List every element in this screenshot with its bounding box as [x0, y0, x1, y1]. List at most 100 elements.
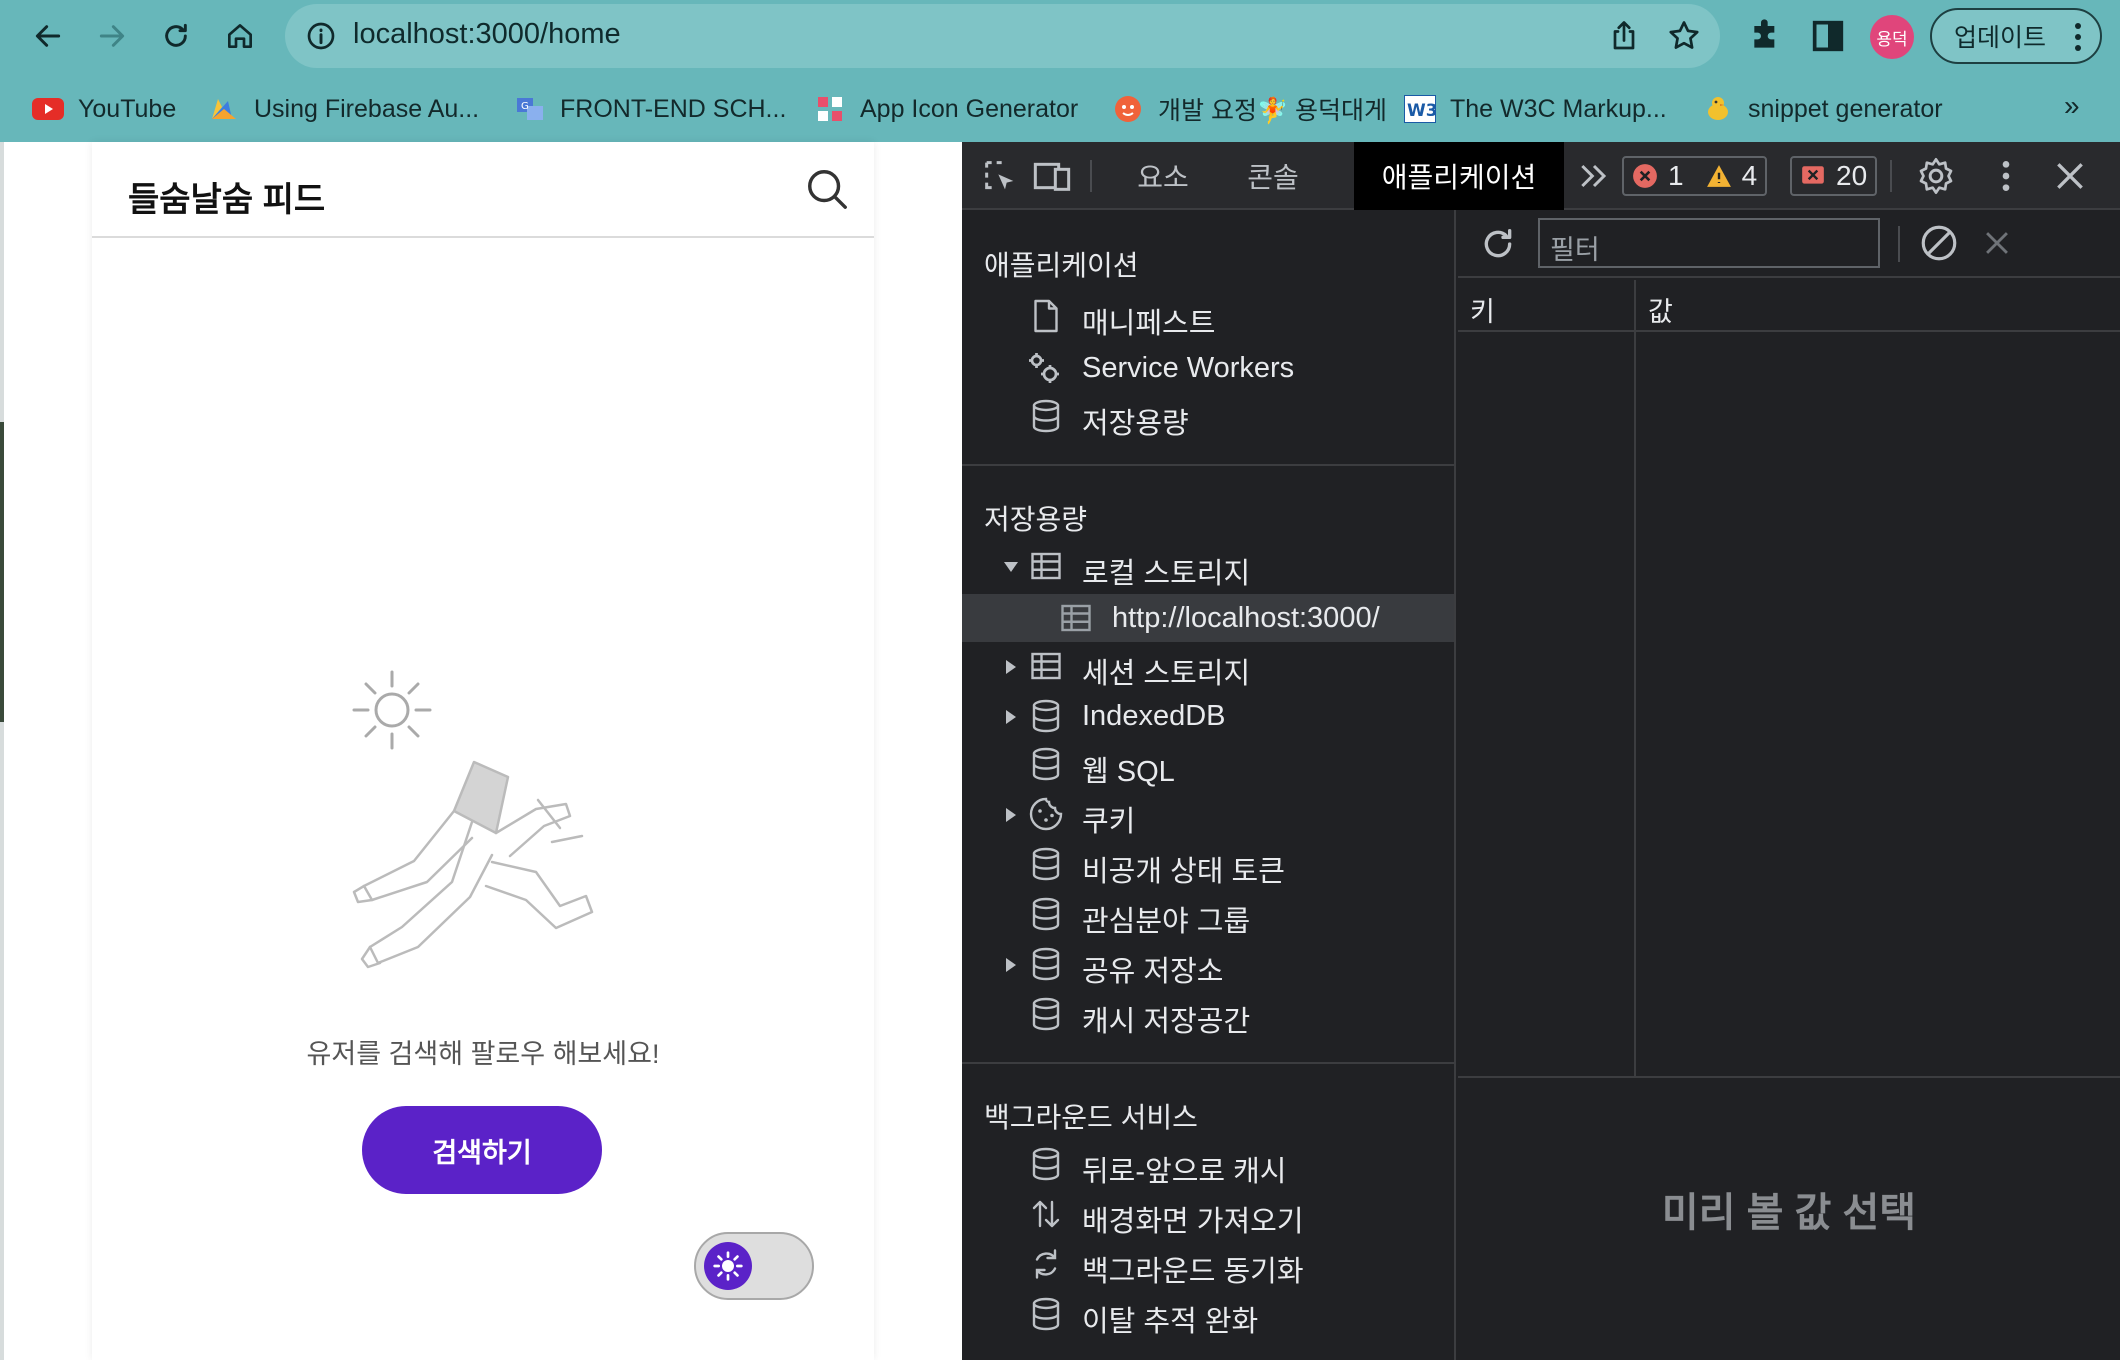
snippet-icon [1702, 95, 1734, 123]
tree-item-background-sync[interactable]: 백그라운드 동기화 [962, 1240, 1454, 1288]
issues-count: 20 [1836, 160, 1868, 191]
column-header-key[interactable]: 키 [1470, 290, 1495, 329]
tree-item-label: 공유 저장소 [1082, 956, 1224, 988]
window-edge [0, 142, 4, 1360]
background-window-edge [0, 422, 4, 722]
reload-button[interactable] [152, 12, 200, 60]
up-down-arrows-icon [1032, 1200, 1060, 1228]
bookmark-label: The W3C Markup... [1450, 94, 1667, 123]
more-vert-icon[interactable] [1986, 156, 2026, 196]
star-icon[interactable] [1666, 18, 1702, 54]
errors-badge[interactable]: 1 4 [1622, 156, 1768, 196]
extensions-puzzle-icon[interactable] [1746, 16, 1786, 56]
tree-item-storage[interactable]: 저장용량 [962, 392, 1454, 440]
database-icon [1032, 747, 1060, 781]
warnings-count: 4 [1741, 160, 1758, 191]
section-divider [962, 1062, 1456, 1064]
tab-elements[interactable]: 요소 [1108, 142, 1218, 210]
more-tabs-chevron-icon[interactable] [1574, 156, 1614, 196]
database-icon [1032, 947, 1060, 981]
database-icon [1032, 399, 1060, 433]
triangle-down-icon[interactable] [1002, 558, 1020, 576]
bookmark-label: App Icon Generator [860, 94, 1079, 123]
search-users-button[interactable]: 검색하기 [362, 1106, 602, 1194]
clear-all-icon[interactable] [1918, 222, 1960, 264]
tree-item-indexeddb[interactable]: IndexedDB [962, 692, 1454, 740]
column-header-value[interactable]: 값 [1648, 290, 1673, 329]
inspect-element-icon[interactable] [980, 156, 1020, 196]
section-title-background-services: 백그라운드 서비스 [984, 1102, 1198, 1133]
tree-item-cookies[interactable]: 쿠키 [962, 790, 1454, 838]
tree-item-session-storage[interactable]: 세션 스토리지 [962, 642, 1454, 690]
sync-icon [1035, 1249, 1057, 1279]
forward-button[interactable] [88, 12, 136, 60]
bookmark-app-icon-generator[interactable]: App Icon Generator [814, 92, 1078, 126]
bookmark-firebase[interactable]: Using Firebase Au... [208, 92, 479, 126]
device-toolbar-icon[interactable] [1032, 156, 1072, 196]
cookie-icon [1029, 797, 1063, 831]
issues-badge[interactable]: 20 [1790, 156, 1878, 196]
tree-item-local-storage-origin[interactable]: http://localhost:3000/ [962, 594, 1454, 642]
tree-item-local-storage[interactable]: 로컬 스토리지 [962, 542, 1454, 590]
column-divider[interactable] [1634, 280, 1636, 1078]
warning-icon [1706, 165, 1731, 187]
triangle-right-icon[interactable] [1002, 956, 1020, 974]
theme-toggle-knob [704, 1242, 752, 1290]
site-info-icon[interactable] [305, 20, 337, 52]
close-devtools-icon[interactable] [2050, 156, 2090, 196]
tree-item-label: 로컬 스토리지 [1082, 558, 1251, 590]
theme-toggle[interactable] [694, 1232, 814, 1300]
tree-item-web-sql[interactable]: 웹 SQL [962, 740, 1454, 788]
settings-gear-icon[interactable] [1916, 156, 1956, 196]
delete-selected-icon[interactable] [1980, 226, 2014, 260]
address-bar[interactable]: localhost:3000/home [285, 4, 1720, 68]
dev-fairy-icon [1112, 95, 1144, 123]
tab-console[interactable]: 콘솔 [1218, 142, 1328, 210]
share-icon[interactable] [1606, 18, 1642, 54]
bookmark-frontend-school[interactable]: G FRONT-END SCH... [514, 92, 786, 126]
triangle-right-icon[interactable] [1002, 806, 1020, 824]
tab-separator [1090, 160, 1092, 192]
more-bookmarks-button[interactable]: » [2064, 90, 2080, 122]
home-button[interactable] [216, 12, 264, 60]
arrow-left-icon [35, 25, 61, 47]
issues-icon [1802, 166, 1824, 184]
update-button[interactable]: 업데이트 [1930, 8, 2102, 64]
profile-avatar[interactable]: 용덕 [1870, 15, 1914, 59]
page-title: 들숨날숨 피드 [128, 181, 326, 219]
tree-item-label: 백그라운드 동기화 [1082, 1256, 1304, 1288]
bookmark-snippet-generator[interactable]: snippet generator [1702, 92, 1943, 126]
bookmark-youtube[interactable]: YouTube [32, 92, 176, 126]
bookmark-w3c[interactable]: W3 The W3C Markup... [1404, 92, 1667, 126]
tree-item-interest-groups[interactable]: 관심분야 그룹 [962, 890, 1454, 938]
devtools-tab-bar: 요소 콘솔 애플리케이션 1 4 20 [962, 142, 2120, 210]
tree-item-background-fetch[interactable]: 배경화면 가져오기 [962, 1190, 1454, 1238]
tree-item-label: 쿠키 [1082, 806, 1136, 838]
table-icon [1061, 604, 1091, 632]
tree-item-bounce-tracking-mitigations[interactable]: 이탈 추적 완화 [962, 1290, 1454, 1338]
svg-text:W3: W3 [1407, 101, 1436, 121]
triangle-right-icon[interactable] [1002, 708, 1020, 726]
bookmark-label: YouTube [78, 94, 177, 123]
back-button[interactable] [24, 12, 72, 60]
tree-item-cache-storage[interactable]: 캐시 저장공간 [962, 990, 1454, 1038]
tree-item-manifest[interactable]: 매니페스트 [962, 292, 1454, 340]
tree-item-back-forward-cache[interactable]: 뒤로-앞으로 캐시 [962, 1140, 1454, 1188]
w3c-icon: W3 [1404, 95, 1436, 123]
triangle-right-icon[interactable] [1002, 658, 1020, 676]
filter-input[interactable]: 필터 [1538, 218, 1880, 268]
tab-application[interactable]: 애플리케이션 [1354, 142, 1564, 210]
side-panel-icon[interactable] [1808, 16, 1848, 56]
browser-toolbar: localhost:3000/home 용덕 업데이트 [0, 0, 2120, 72]
tree-item-private-state-tokens[interactable]: 비공개 상태 토큰 [962, 840, 1454, 888]
tree-item-shared-storage[interactable]: 공유 저장소 [962, 940, 1454, 988]
error-icon [1633, 164, 1657, 188]
search-icon[interactable] [804, 166, 850, 212]
table-icon [1031, 552, 1061, 580]
translate-icon: G [514, 95, 546, 123]
refresh-icon[interactable] [1478, 224, 1518, 264]
bookmark-dev-fairy[interactable]: 개발 요정🧚 용덕대게 [1112, 92, 1387, 126]
tree-item-service-workers[interactable]: Service Workers [962, 344, 1454, 392]
grid-app-icon [814, 95, 846, 123]
empty-state-message: 유저를 검색해 팔로우 해보세요! [306, 1039, 660, 1069]
